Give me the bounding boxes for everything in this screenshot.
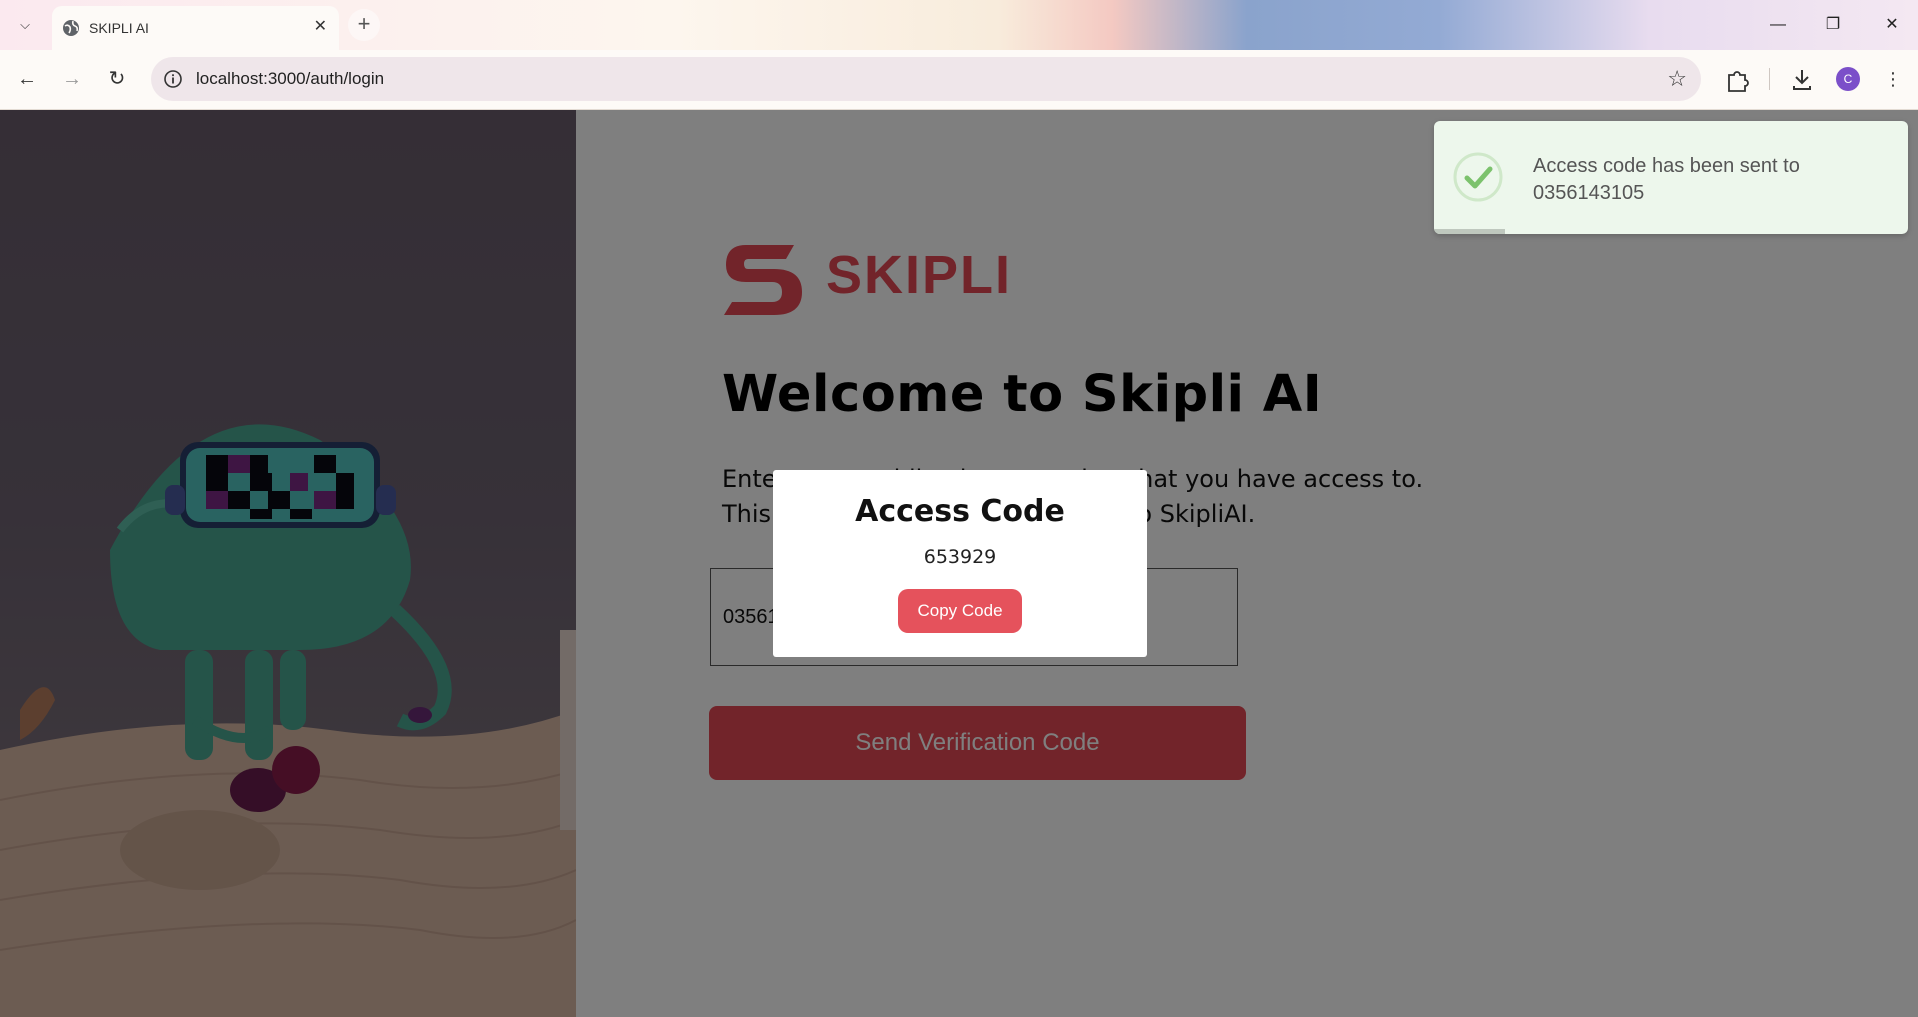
bookmark-star-icon[interactable]: ☆ (1667, 66, 1687, 92)
login-page: SKIPLI Welcome to Skipli AI Enter your m… (0, 110, 1918, 1017)
close-tab-icon[interactable]: ✕ (314, 16, 327, 36)
minimize-button[interactable]: — (1758, 10, 1798, 40)
restore-button[interactable]: ❐ (1813, 10, 1853, 40)
download-icon[interactable] (1787, 64, 1817, 94)
globe-icon (63, 20, 79, 36)
tab-search-button[interactable]: ⌵ (10, 10, 40, 40)
extensions-icon[interactable] (1722, 64, 1752, 94)
toast-message: Access code has been sent to 0356143105 (1533, 155, 1800, 204)
back-button[interactable]: ← (10, 62, 44, 96)
new-tab-button[interactable]: + (348, 9, 380, 41)
forward-button[interactable]: → (55, 62, 89, 96)
url-text[interactable]: localhost:3000/auth/login (196, 69, 384, 89)
browser-titlebar: ⌵ SKIPLI AI ✕ + — ❐ ✕ (0, 0, 1918, 50)
address-bar[interactable]: localhost:3000/auth/login ☆ (151, 57, 1701, 101)
modal-title: Access Code (855, 494, 1065, 529)
reload-button[interactable]: ↻ (100, 62, 134, 96)
browser-tab[interactable]: SKIPLI AI ✕ (52, 6, 339, 50)
access-code-value: 653929 (923, 546, 997, 568)
site-info-icon[interactable] (163, 69, 183, 89)
access-code-modal: Access Code 653929 Copy Code (773, 470, 1147, 657)
more-menu-icon[interactable]: ⋮ (1878, 64, 1908, 94)
toast-progress-bar (1434, 229, 1506, 234)
browser-toolbar: ← → ↻ localhost:3000/auth/login ☆ ⋮ (0, 50, 1918, 110)
check-circle-icon (1453, 152, 1503, 202)
tab-title: SKIPLI AI (89, 20, 149, 36)
chevron-down-icon: ⌵ (20, 17, 30, 32)
copy-code-button[interactable]: Copy Code (898, 589, 1022, 633)
toolbar-divider (1769, 68, 1770, 90)
success-toast[interactable]: Access code has been sent to 0356143105 (1434, 121, 1908, 234)
profile-avatar[interactable]: C (1836, 67, 1860, 91)
close-window-button[interactable]: ✕ (1872, 10, 1912, 40)
